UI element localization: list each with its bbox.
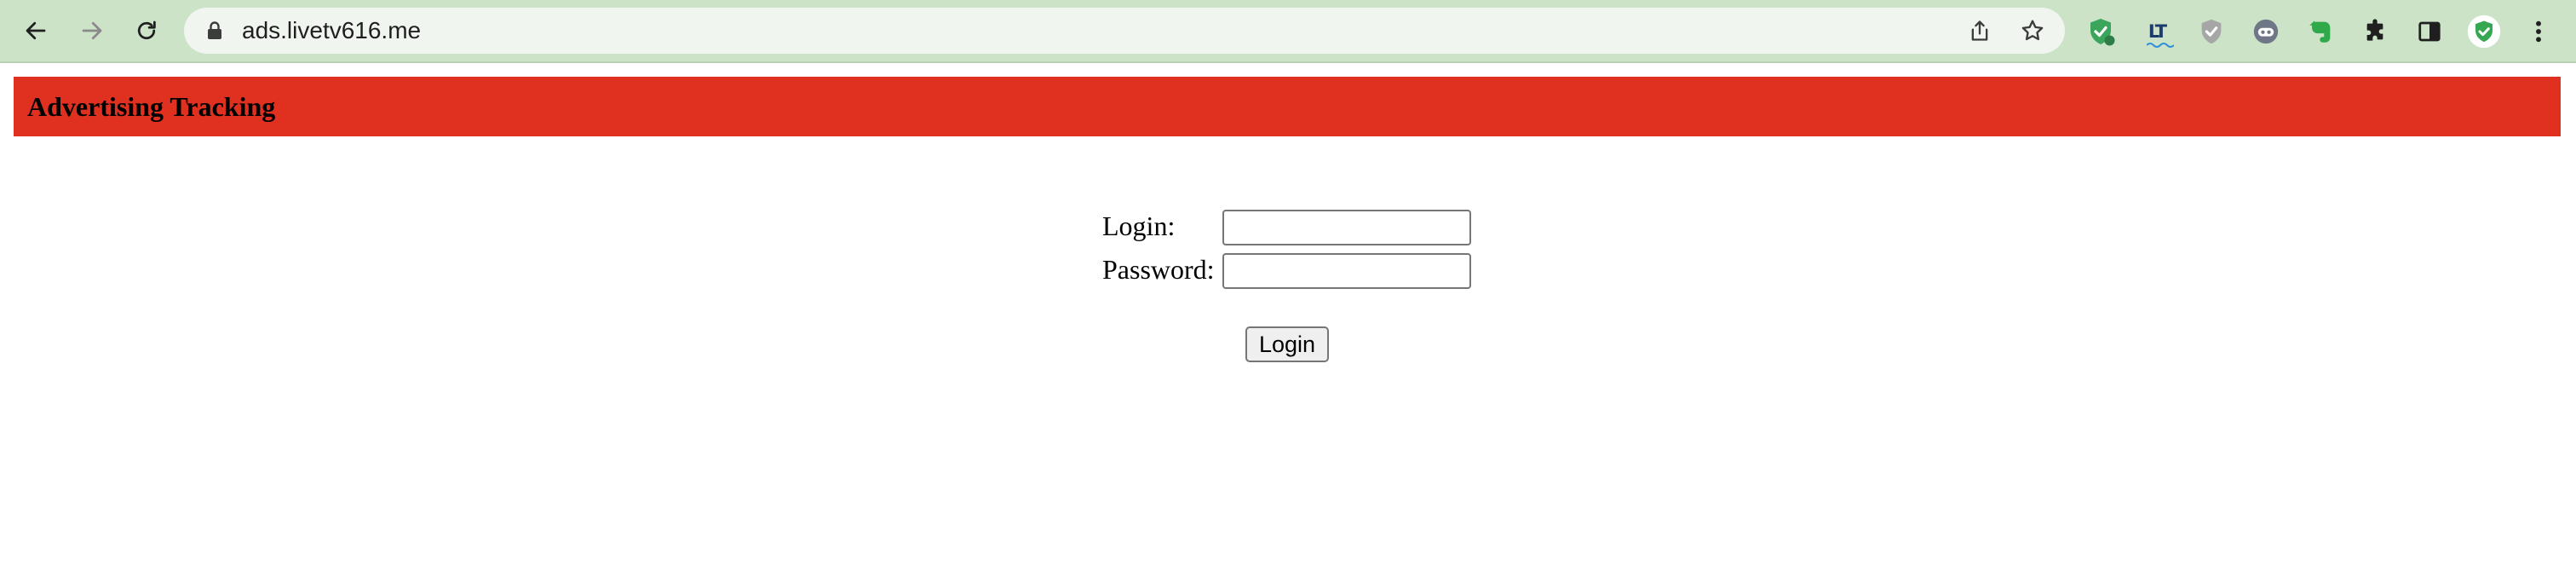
address-bar[interactable]: ads.livetv616.me	[184, 8, 2065, 54]
browser-toolbar: ads.livetv616.me LT	[0, 0, 2576, 63]
shield-check-icon	[2090, 19, 2115, 46]
profile-icon	[2467, 14, 2501, 49]
extensions-button[interactable]	[2358, 14, 2392, 49]
login-input[interactable]	[1222, 210, 1471, 245]
reload-button[interactable]	[126, 10, 167, 51]
page-title: Advertising Tracking	[27, 91, 276, 122]
share-icon	[1971, 20, 1988, 41]
login-button[interactable]: Login	[1245, 326, 1329, 362]
arrow-left-icon	[26, 21, 46, 40]
menu-button[interactable]	[2521, 14, 2556, 49]
evernote-icon	[2309, 20, 2331, 43]
star-icon	[2021, 20, 2044, 41]
header-banner: Advertising Tracking	[14, 77, 2561, 136]
gray-shield-extension[interactable]	[2194, 14, 2228, 49]
puzzle-icon	[2366, 19, 2383, 41]
lt-icon: LT	[2146, 21, 2174, 48]
evernote-extension[interactable]	[2303, 14, 2337, 49]
share-button[interactable]	[1964, 15, 1995, 46]
forward-button[interactable]	[72, 10, 112, 51]
languagetool-extension[interactable]: LT	[2140, 14, 2174, 49]
profile-button[interactable]	[2467, 14, 2501, 49]
robot-extension[interactable]	[2249, 14, 2283, 49]
menu-icon	[2536, 20, 2541, 43]
password-input[interactable]	[1222, 253, 1471, 289]
robot-icon	[2253, 19, 2279, 44]
arrow-right-icon	[82, 21, 102, 40]
bookmark-button[interactable]	[2017, 15, 2048, 46]
side-panel-button[interactable]	[2412, 14, 2447, 49]
reload-icon	[137, 20, 156, 40]
gray-shield-icon	[2201, 19, 2222, 44]
url-text[interactable]: ads.livetv616.me	[242, 16, 421, 45]
side-panel-icon	[2418, 21, 2441, 42]
back-button[interactable]	[15, 10, 56, 51]
lock-icon[interactable]	[206, 20, 223, 41]
login-label: Login:	[1102, 211, 1176, 241]
shield-check-extension[interactable]	[2084, 14, 2118, 49]
password-label: Password:	[1102, 254, 1215, 285]
